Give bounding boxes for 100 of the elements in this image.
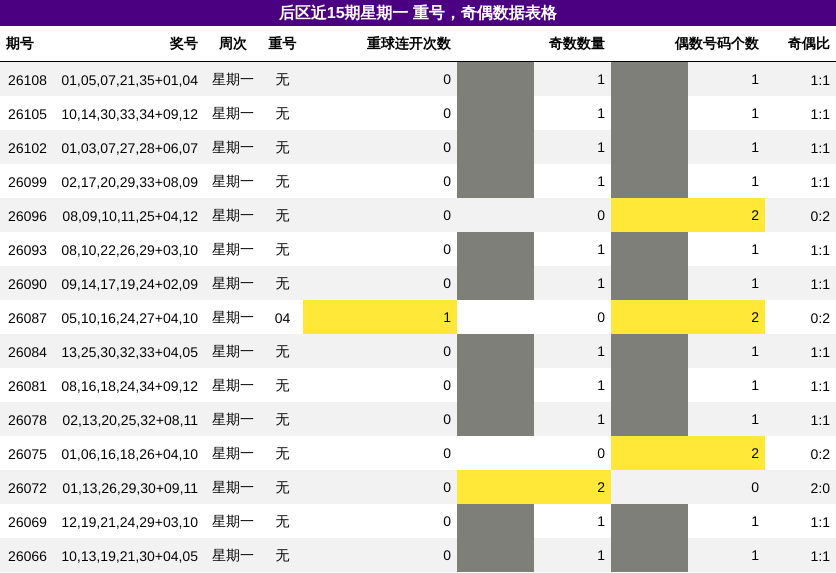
table-cell-text: 2 bbox=[596, 479, 606, 495]
table-cell-text: 26090 bbox=[7, 275, 48, 294]
table-cell-text: 02,17,20,29,33+08,09 bbox=[60, 173, 199, 192]
table-cell-text: 1 bbox=[596, 241, 606, 257]
table-cell-text: 10,14,30,33,34+09,12 bbox=[60, 105, 199, 124]
table-cell-text: 无 bbox=[274, 478, 290, 497]
table-cell-text: 1:1 bbox=[810, 71, 831, 90]
table-cell-text: 26099 bbox=[7, 173, 48, 192]
table-cell-text: 1 bbox=[750, 377, 760, 393]
table-cell-text: 0 bbox=[596, 309, 606, 325]
table-cell-text: 09,14,17,19,24+02,09 bbox=[60, 275, 199, 294]
table-cell-text: 星期一 bbox=[211, 104, 255, 123]
table-cell-text: 星期一 bbox=[211, 444, 255, 463]
table-cell-text: 1 bbox=[750, 71, 760, 87]
table-cell-text: 0 bbox=[750, 479, 760, 495]
table-cell-text: 星期一 bbox=[211, 410, 255, 429]
table-cell-text: 无 bbox=[274, 172, 290, 191]
table-cell-text: 2:0 bbox=[810, 479, 831, 498]
table-cell-text: 0 bbox=[442, 411, 452, 427]
table-cell-text: 无 bbox=[274, 410, 290, 429]
table-cell-text: 1 bbox=[750, 241, 760, 257]
column-header: 奇偶比 bbox=[787, 34, 831, 52]
table-cell-text: 08,09,10,11,25+04,12 bbox=[61, 207, 199, 226]
table-cell-text: 1 bbox=[750, 173, 760, 189]
table-cell-text: 无 bbox=[274, 138, 290, 157]
table-cell-text: 星期一 bbox=[211, 376, 255, 395]
column-header: 周次 bbox=[218, 34, 248, 52]
table-cell-text: 0:2 bbox=[810, 207, 831, 226]
table-cell-text: 1 bbox=[596, 343, 606, 359]
table-cell-text: 26075 bbox=[7, 445, 48, 464]
table-cell-text: 1 bbox=[750, 411, 760, 427]
table-cell-text: 0 bbox=[442, 513, 452, 529]
table-cell-text: 26105 bbox=[7, 105, 48, 124]
table-cell-text: 1 bbox=[750, 139, 760, 155]
table-cell-text: 01,06,16,18,26+04,10 bbox=[60, 445, 199, 464]
table-cell-text: 0 bbox=[442, 207, 452, 223]
table-cell-text: 0 bbox=[442, 377, 452, 393]
table-cell-text: 12,19,21,24,29+03,10 bbox=[60, 513, 199, 532]
table-cell-text: 星期一 bbox=[211, 274, 255, 293]
table-cell-text: 08,10,22,26,29+03,10 bbox=[60, 241, 199, 260]
table-cell-text: 26081 bbox=[7, 377, 48, 396]
table-cell-text: 无 bbox=[274, 342, 290, 361]
table-cell-text: 1 bbox=[596, 105, 606, 121]
table-cell-text: 0 bbox=[442, 105, 452, 121]
table-cell-text: 星期一 bbox=[211, 546, 255, 565]
table-cell-text: 1:1 bbox=[810, 411, 831, 430]
table-cell-text: 1:1 bbox=[810, 343, 831, 362]
table-cell-text: 0:2 bbox=[810, 445, 831, 464]
table-cell-text: 1 bbox=[750, 275, 760, 291]
table-cell-text: 2 bbox=[750, 207, 760, 223]
table-cell-text: 0 bbox=[442, 445, 452, 461]
table-cell-text: 1 bbox=[750, 547, 760, 563]
table-cell-text: 1 bbox=[596, 547, 606, 563]
table-cell-text: 2 bbox=[750, 445, 760, 461]
table-cell-text: 01,03,07,27,28+06,07 bbox=[60, 139, 199, 158]
table-cell-text: 无 bbox=[274, 70, 290, 89]
table-cell-text: 1 bbox=[596, 377, 606, 393]
table-cell-text: 无 bbox=[274, 206, 290, 225]
table-cell-text: 无 bbox=[274, 240, 290, 259]
table-cell-text: 26084 bbox=[7, 343, 48, 362]
table-cell-text: 1 bbox=[750, 105, 760, 121]
column-header: 奇数数量 bbox=[548, 34, 606, 52]
table-cell-text: 26102 bbox=[7, 139, 48, 158]
table-cell-text: 0 bbox=[442, 139, 452, 155]
table-cell-text: 1 bbox=[596, 173, 606, 189]
column-header: 重号 bbox=[268, 34, 298, 52]
table-cell-text: 01,13,26,29,30+09,11 bbox=[61, 479, 199, 498]
table-cell-text: 星期一 bbox=[211, 308, 255, 327]
column-header: 期号 bbox=[5, 34, 35, 52]
table-cell-text: 26078 bbox=[7, 411, 48, 430]
table-cell-text: 26072 bbox=[7, 479, 48, 498]
table-cell-text: 星期一 bbox=[211, 478, 255, 497]
table-cell-text: 星期一 bbox=[211, 512, 255, 531]
table-cell-text: 02,13,20,25,32+08,11 bbox=[61, 411, 199, 430]
table-cell-text: 0 bbox=[442, 479, 452, 495]
table-cell-text: 13,25,30,32,33+04,05 bbox=[60, 343, 199, 362]
table-cell-text: 无 bbox=[274, 444, 290, 463]
table-cell-text: 1:1 bbox=[810, 173, 831, 192]
table-cell-text: 1:1 bbox=[810, 139, 831, 158]
table-cell-text: 1:1 bbox=[810, 105, 831, 124]
table-cell-text: 无 bbox=[274, 512, 290, 531]
table-cell-text: 1 bbox=[596, 71, 606, 87]
table-cell-text: 星期一 bbox=[211, 240, 255, 259]
table-cell-text: 0 bbox=[442, 71, 452, 87]
table-cell-text: 04 bbox=[274, 309, 292, 328]
table-cell-text: 0 bbox=[442, 173, 452, 189]
table-cell-text: 星期一 bbox=[211, 138, 255, 157]
column-header: 奖号 bbox=[168, 34, 199, 52]
table-cell-text: 星期一 bbox=[211, 70, 255, 89]
table-cell-text: 无 bbox=[274, 104, 290, 123]
table-cell-text: 26096 bbox=[7, 207, 48, 226]
table-cell-text: 无 bbox=[274, 274, 290, 293]
table-cell-text: 0 bbox=[442, 547, 452, 563]
table-cell-text: 1 bbox=[596, 513, 606, 529]
table-cell-text: 1:1 bbox=[810, 275, 831, 294]
table-cell-text: 1 bbox=[750, 343, 760, 359]
table-cell-text: 0 bbox=[596, 445, 606, 461]
table-cell-text: 0 bbox=[442, 343, 452, 359]
column-header: 偶数号码个数 bbox=[674, 34, 760, 52]
table-cell-text: 1 bbox=[596, 275, 606, 291]
